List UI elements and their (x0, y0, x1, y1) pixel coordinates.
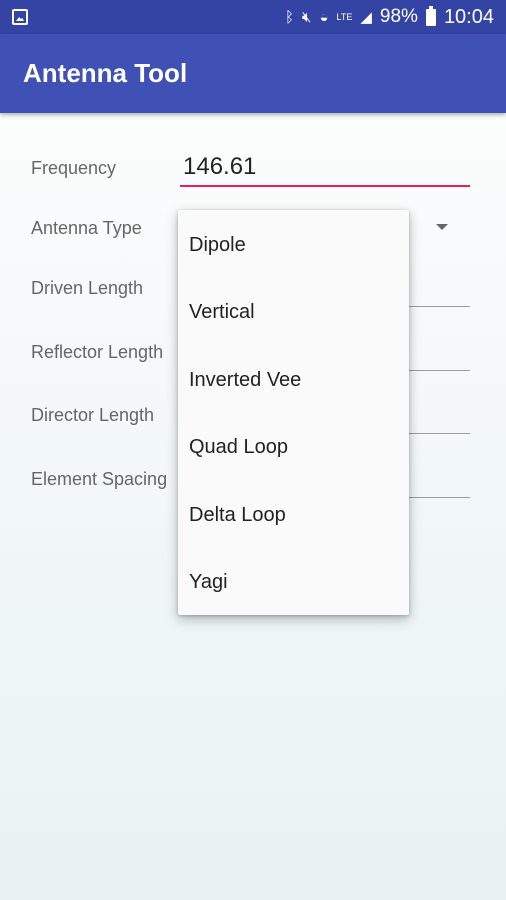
element-spacing-label: Element Spacing (31, 469, 168, 489)
clock: 10:04 (443, 5, 494, 28)
battery-percent: 98% (379, 6, 418, 27)
reflector-length-field[interactable] (400, 370, 470, 371)
frequency-underline (180, 185, 470, 187)
antenna-type-dropdown: Dipole Vertical Inverted Vee Quad Loop D… (178, 210, 409, 615)
director-length-field[interactable] (400, 433, 470, 434)
antenna-type-label: Antenna Type (31, 218, 142, 238)
status-bar: ᛒ 🔇︎ ◒ LTE ◢ 98% 10:04 (0, 0, 506, 34)
lte-icon: LTE (336, 11, 353, 22)
app-title: Antenna Tool (23, 58, 188, 88)
driven-length-field[interactable] (400, 306, 470, 307)
battery-icon (425, 5, 436, 26)
option-quad-loop[interactable]: Quad Loop (189, 433, 288, 461)
option-dipole[interactable]: Dipole (189, 231, 246, 259)
mute-icon: 🔇︎ (302, 8, 312, 26)
option-inverted-vee[interactable]: Inverted Vee (189, 366, 301, 394)
frequency-label: Frequency (31, 158, 117, 178)
driven-length-label: Driven Length (31, 278, 144, 298)
frequency-input[interactable]: 146.61 (183, 153, 256, 181)
option-vertical[interactable]: Vertical (189, 298, 255, 326)
wifi-icon: ◒ (319, 8, 329, 26)
app-bar: Antenna Tool (0, 34, 506, 113)
director-length-label: Director Length (31, 405, 155, 425)
bluetooth-icon: ᛒ (284, 8, 294, 26)
chevron-down-icon[interactable] (436, 224, 448, 230)
reflector-length-label: Reflector Length (31, 342, 164, 362)
option-delta-loop[interactable]: Delta Loop (189, 501, 286, 529)
gallery-icon (12, 9, 28, 25)
signal-icon: ◢ (360, 8, 372, 26)
status-icons: ᛒ 🔇︎ ◒ LTE ◢ 98% 10:04 (285, 0, 494, 34)
element-spacing-field[interactable] (400, 497, 470, 498)
option-yagi[interactable]: Yagi (189, 568, 228, 596)
